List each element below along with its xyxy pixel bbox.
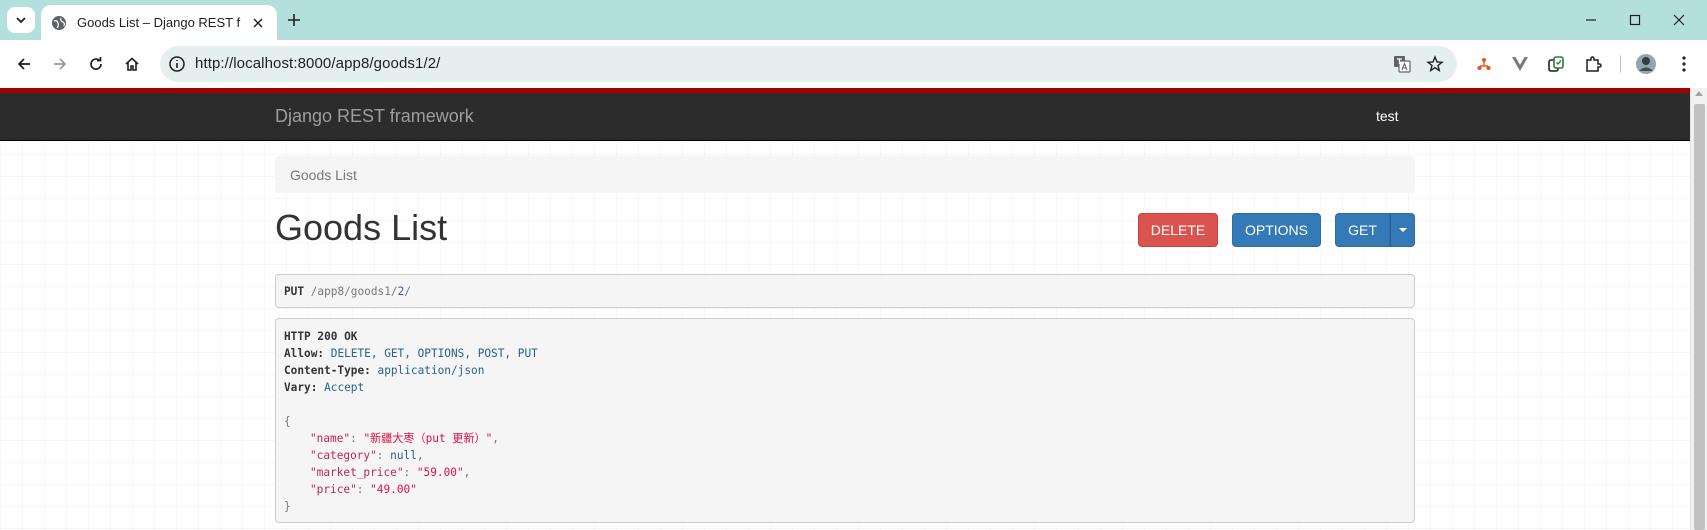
new-tab-button[interactable] [283,9,305,31]
address-bar[interactable]: http://localhost:8000/app8/goods1/2/ [160,46,1457,82]
home-icon [125,57,139,71]
page-viewport: Django REST framework test Goods List Go… [0,88,1690,530]
json-key: "market_price" [310,466,404,479]
delete-button[interactable]: DELETE [1138,213,1218,247]
request-path-prefix: /app8/goods1/ [310,285,398,298]
reload-icon [90,57,102,70]
response-header: Allow: DELETE, GET, OPTIONS, POST, PUT [284,345,1406,362]
json-value: "59.00" [416,466,464,479]
browser-tab[interactable]: Goods List – Django REST fra [41,5,277,40]
arrow-right-icon [54,58,67,70]
bookmark-star-icon[interactable] [1425,54,1445,74]
site-info-icon[interactable] [168,55,186,73]
json-field: "price": "49.00" [310,483,417,496]
tab-search-button[interactable] [7,7,35,33]
back-button[interactable] [11,51,37,77]
header-name: Content-Type: [284,364,371,377]
response-header: Vary: Accept [284,379,1406,396]
translate-icon[interactable] [1392,54,1412,74]
get-button[interactable]: GET [1335,213,1390,247]
scroll-up-arrow-icon[interactable] [1695,91,1703,96]
extensions-puzzle-icon[interactable] [1582,53,1604,75]
response-info: HTTP 200 OK Allow: DELETE, GET, OPTIONS, … [275,318,1415,523]
header-value: DELETE, GET, OPTIONS, POST, PUT [330,347,538,360]
extension-vue-icon[interactable] [1509,53,1531,75]
header-name: Vary: [284,381,318,394]
json-field: "category": null, [310,449,424,462]
navbar-brand[interactable]: Django REST framework [275,106,474,127]
arrow-left-icon [17,58,30,70]
json-key: "price" [310,483,357,496]
caret-down-icon [1398,228,1407,232]
options-button[interactable]: OPTIONS [1232,213,1321,247]
response-status: HTTP 200 OK [284,330,358,343]
json-value: "新疆大枣（put 更新）" [363,432,493,445]
url-text[interactable]: http://localhost:8000/app8/goods1/2/ [195,55,440,72]
json-open-brace: { [284,415,291,428]
profile-avatar[interactable] [1635,53,1657,75]
globe-icon [52,15,66,30]
minimize-button[interactable] [1579,8,1603,32]
plus-icon [288,14,300,26]
close-icon [1673,14,1685,26]
scroll-thumb[interactable] [1694,104,1705,530]
json-close-brace: } [284,500,291,513]
forward-button[interactable] [47,51,73,77]
json-key: "name" [310,432,351,445]
navbar-user[interactable]: test [1376,108,1399,124]
json-key: "category" [310,449,377,462]
maximize-button[interactable] [1623,8,1647,32]
json-value: "49.00" [370,483,417,496]
page-title: Goods List [275,207,448,248]
more-vertical-icon [1682,56,1686,72]
maximize-icon [1629,14,1641,26]
breadcrumb-item[interactable]: Goods List [290,167,357,183]
chevron-down-icon [16,17,26,24]
browser-tabstrip: Goods List – Django REST fra [0,0,1707,40]
reload-button[interactable] [83,51,109,77]
breadcrumb: Goods List [275,156,1415,193]
minimize-icon [1586,19,1596,21]
extension-tab-manager-icon[interactable] [1545,53,1567,75]
json-value: null [390,449,417,462]
header-name: Allow: [284,347,325,360]
extension-network-icon[interactable] [1473,53,1495,75]
navbar: Django REST framework test [0,93,1690,141]
request-info: PUT /app8/goods1/2/ [275,274,1415,308]
get-format-dropdown[interactable] [1390,213,1415,247]
page-scrollbar[interactable] [1690,88,1707,530]
browser-menu-button[interactable] [1673,53,1695,75]
home-button[interactable] [119,51,145,77]
header-value: application/json [377,364,485,377]
browser-toolbar: http://localhost:8000/app8/goods1/2/ [0,40,1707,88]
tab-close-icon[interactable] [249,14,267,32]
json-field: "market_price": "59.00", [310,466,471,479]
close-window-button[interactable] [1667,8,1691,32]
header-value: Accept [324,381,365,394]
request-path-suffix: / [404,285,411,298]
response-header: Content-Type: application/json [284,362,1406,379]
toolbar-separator [1620,55,1621,73]
json-field: "name": "新疆大枣（put 更新）", [310,432,499,445]
tab-title: Goods List – Django REST fra [77,15,241,30]
request-method: PUT [284,285,305,298]
